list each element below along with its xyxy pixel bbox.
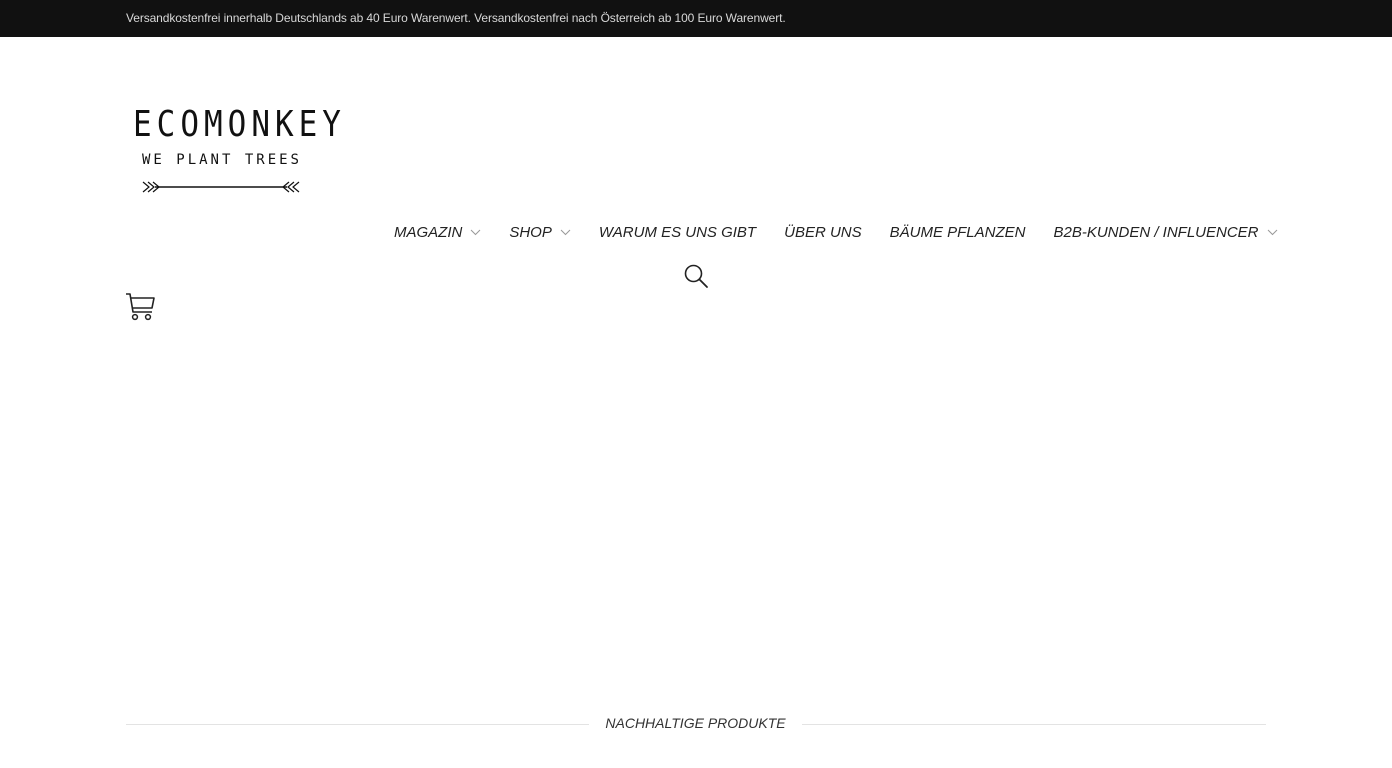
nav-item-magazin[interactable]: MAGAZIN: [394, 224, 481, 241]
nav-item-label: BÄUME PFLANZEN: [889, 223, 1026, 241]
nav-item-shop[interactable]: SHOP: [509, 224, 571, 241]
nav-item-label: SHOP: [509, 223, 552, 241]
main-navigation: MAGAZIN SHOP WARUM ES UNS GIBT ÜBER UNS …: [394, 220, 1278, 244]
chevron-down-icon: [560, 229, 571, 235]
nav-item-ueber-uns[interactable]: ÜBER UNS: [784, 224, 862, 241]
nav-item-b2b-kunden-influencer[interactable]: B2B-KUNDEN / INFLUENCER: [1053, 224, 1277, 241]
section-divider: NACHHALTIGE PRODUKTE: [126, 714, 1266, 734]
announcement-bar: Versandkostenfrei innerhalb Deutschlands…: [0, 0, 1392, 37]
search-icon[interactable]: [683, 263, 709, 289]
divider-line: [126, 724, 589, 725]
logo-arrow-icon: [142, 181, 300, 193]
site-logo[interactable]: ECOMONKEY WE PLANT TREES: [133, 100, 346, 200]
divider-line: [802, 724, 1266, 725]
cart-icon[interactable]: [125, 291, 157, 323]
shipping-notice: Versandkostenfrei innerhalb Deutschlands…: [126, 11, 786, 25]
section-title: NACHHALTIGE PRODUKTE: [605, 715, 786, 731]
logo-title: ECOMONKEY: [133, 104, 346, 146]
logo-subtitle: WE PLANT TREES: [141, 152, 302, 168]
chevron-down-icon: [1267, 229, 1277, 235]
nav-item-warum-es-uns-gibt[interactable]: WARUM ES UNS GIBT: [599, 224, 756, 241]
chevron-down-icon: [470, 229, 481, 235]
nav-item-label: MAGAZIN: [394, 223, 463, 241]
nav-item-label: B2B-KUNDEN / INFLUENCER: [1053, 223, 1259, 241]
nav-item-label: ÜBER UNS: [784, 223, 862, 241]
nav-item-label: WARUM ES UNS GIBT: [598, 223, 757, 241]
nav-item-baeume-pflanzen[interactable]: BÄUME PFLANZEN: [890, 224, 1026, 241]
